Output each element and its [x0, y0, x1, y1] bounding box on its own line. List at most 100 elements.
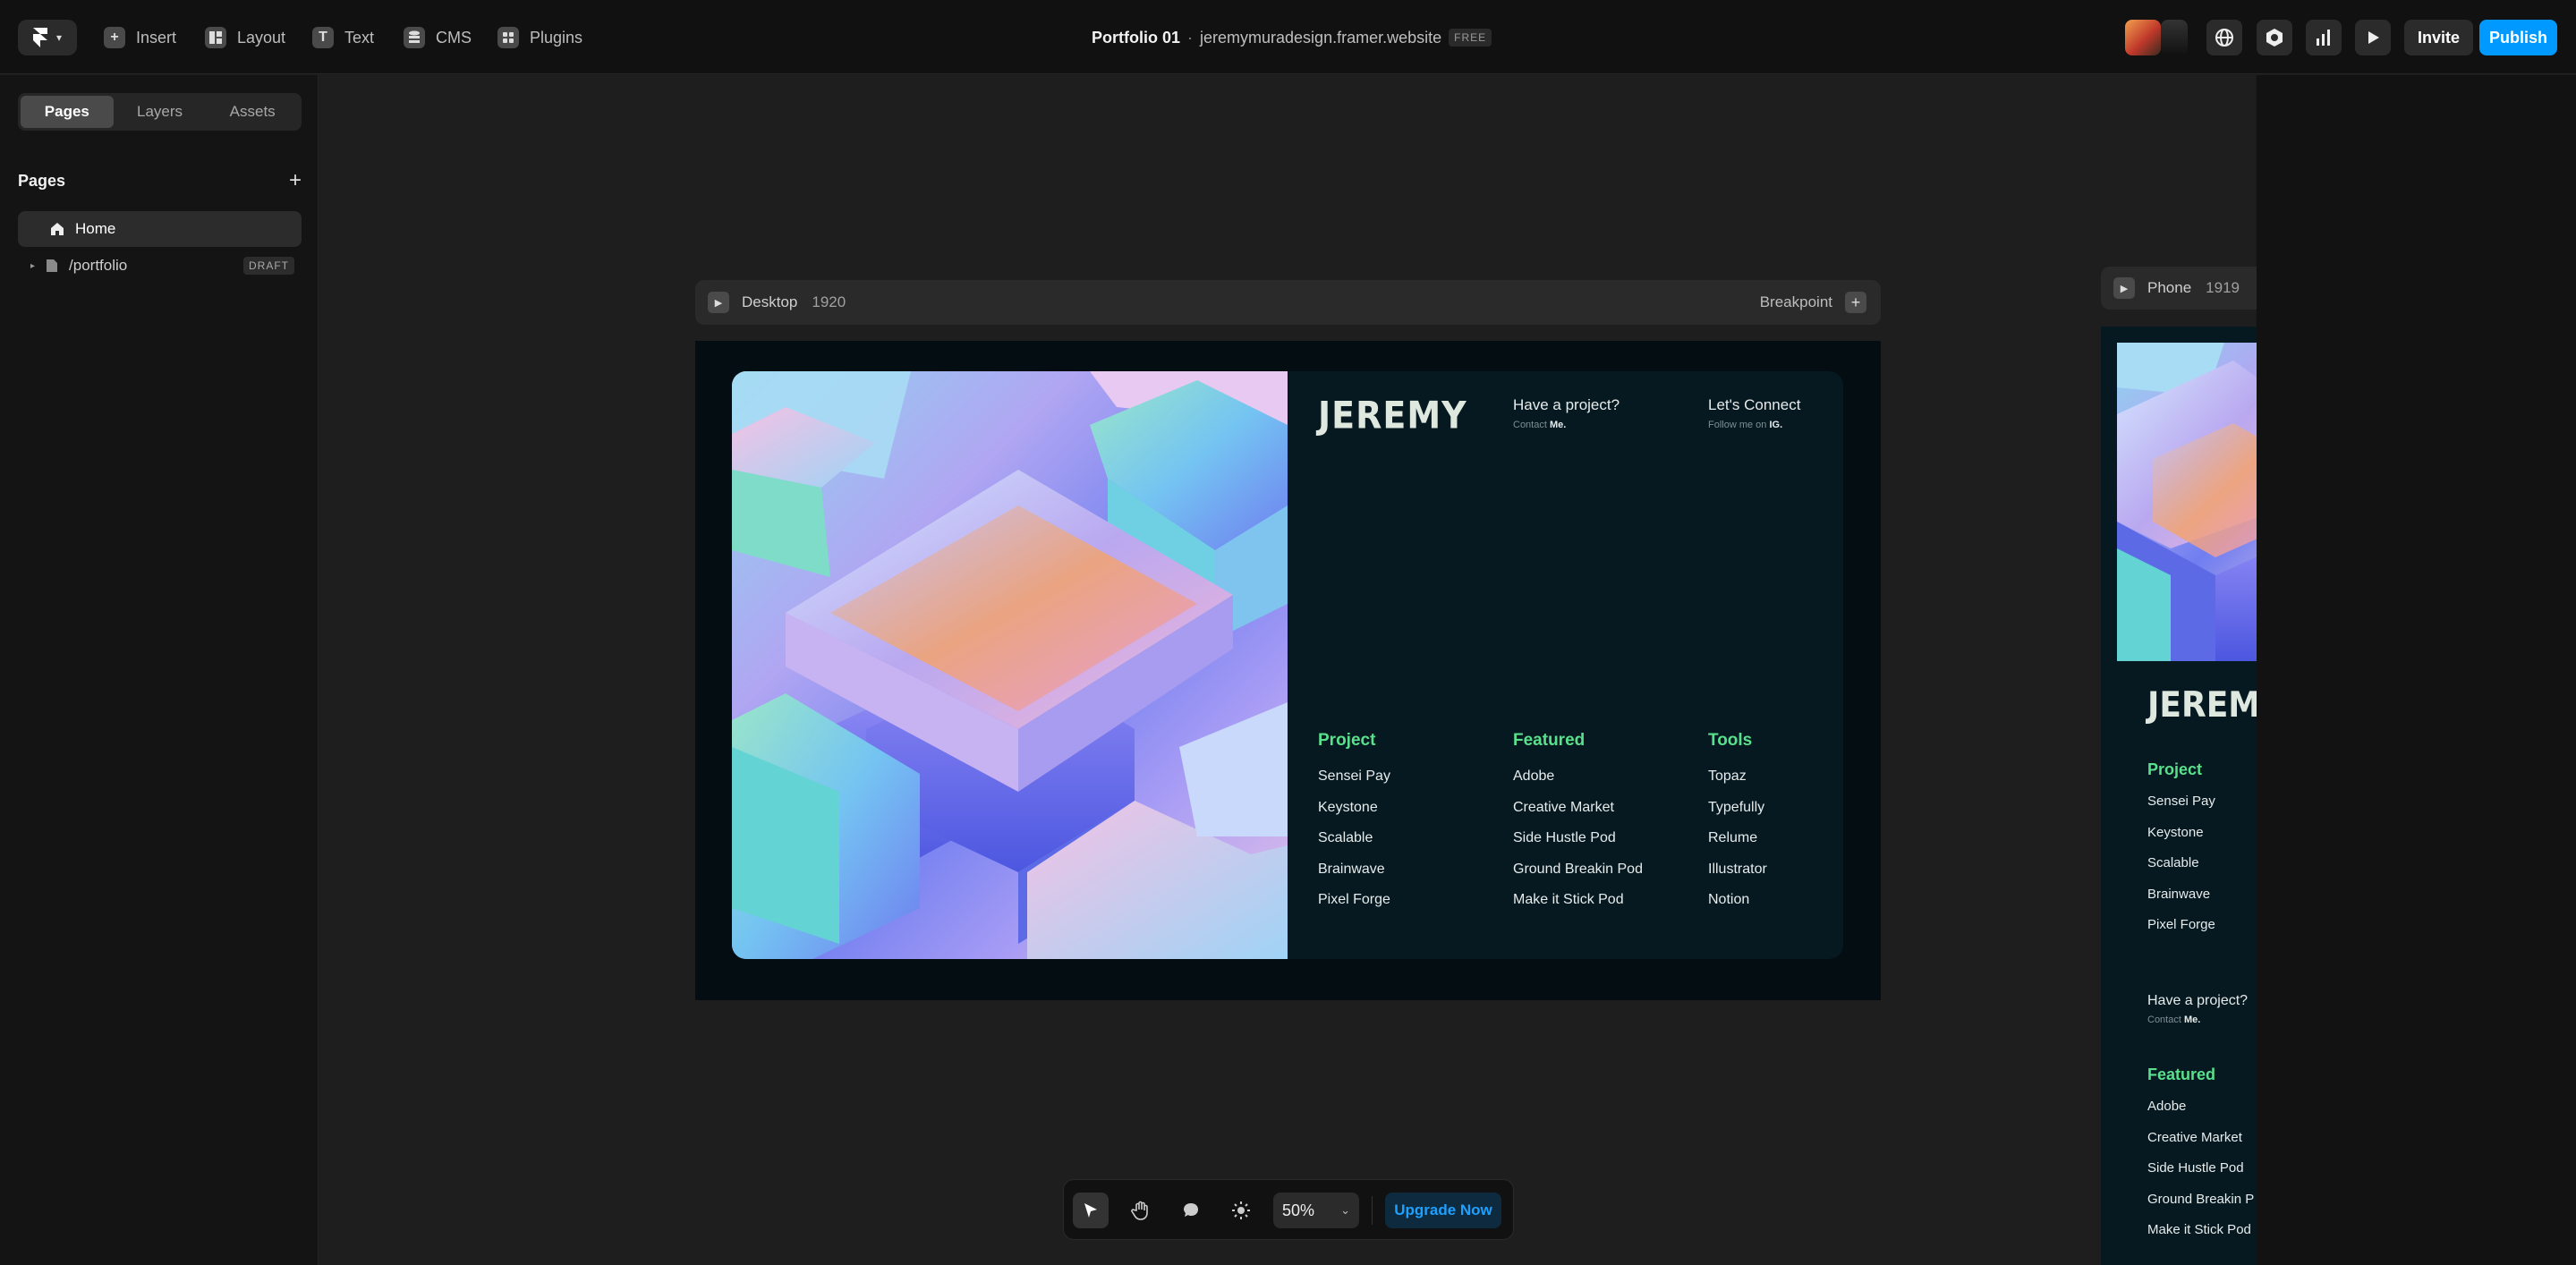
upgrade-button[interactable]: Upgrade Now	[1385, 1193, 1501, 1228]
analytics-button[interactable]	[2306, 20, 2342, 55]
avatar[interactable]	[2125, 20, 2161, 55]
layout-button[interactable]: Layout	[205, 20, 285, 55]
list-item[interactable]: Keystone	[1318, 800, 1390, 831]
contact-title: Have a project?	[2147, 993, 2249, 1008]
list-item[interactable]: Scalable	[2147, 855, 2215, 887]
list-item[interactable]: Ground Breakin P	[2147, 1192, 2254, 1223]
add-page-button[interactable]: +	[289, 168, 302, 193]
invite-button[interactable]: Invite	[2404, 20, 2473, 55]
hand-icon	[1131, 1201, 1148, 1220]
pointer-icon	[1084, 1203, 1097, 1218]
tools-column: Tools Topaz Typefully Relume Illustrator…	[1708, 731, 1767, 923]
list-item[interactable]: Keystone	[2147, 825, 2215, 856]
sidebar-tabs: Pages Layers Assets	[18, 93, 302, 131]
preview-button[interactable]	[2355, 20, 2391, 55]
play-icon[interactable]: ▶	[708, 292, 729, 313]
list-item[interactable]: Adobe	[2147, 1099, 2254, 1130]
add-breakpoint-button[interactable]: +	[1845, 292, 1866, 313]
list-item[interactable]: Side Hustle Pod	[1513, 830, 1643, 862]
list-item[interactable]: Make it Stick Pod	[2147, 1222, 2254, 1253]
tab-assets[interactable]: Assets	[206, 96, 299, 128]
list-item[interactable]: Relume	[1708, 830, 1767, 862]
tab-pages[interactable]: Pages	[21, 96, 114, 128]
play-icon	[2368, 31, 2379, 44]
list-item[interactable]: Scalable	[1318, 830, 1390, 862]
list-item[interactable]: Illustrator	[1708, 862, 1767, 893]
page-item-home[interactable]: Home	[18, 211, 302, 247]
play-icon[interactable]: ▶	[2113, 277, 2135, 299]
framer-menu-button[interactable]: ▾	[18, 20, 77, 55]
sun-icon	[1232, 1201, 1250, 1219]
tab-layers[interactable]: Layers	[114, 96, 207, 128]
bar-chart-icon	[2317, 30, 2330, 46]
text-button[interactable]: T Text	[312, 20, 374, 55]
publish-button[interactable]: Publish	[2479, 20, 2557, 55]
list-item[interactable]: Creative Market	[2147, 1130, 2254, 1161]
list-item[interactable]: Pixel Forge	[2147, 917, 2215, 948]
layout-label: Layout	[237, 28, 286, 47]
column-heading: Project	[2147, 760, 2203, 778]
draft-badge: DRAFT	[243, 257, 294, 275]
gear-icon	[2266, 29, 2283, 47]
desktop-frame[interactable]: JEREMY Have a project? Contact Me. Let's…	[695, 341, 1881, 1000]
list-item[interactable]: Sensei Pay	[2147, 794, 2215, 825]
column-heading: Project	[1318, 731, 1376, 750]
desktop-frame-header[interactable]: ▶ Desktop 1920 Breakpoint +	[695, 280, 1881, 325]
phone-frame[interactable]: JEREMY Project Sensei Pay Keystone Scala…	[2101, 327, 2257, 1265]
page-item-portfolio[interactable]: ▸ /portfolio DRAFT	[18, 248, 302, 284]
pages-header: Pages +	[18, 168, 302, 193]
settings-button[interactable]	[2257, 20, 2292, 55]
avatar[interactable]	[2161, 20, 2188, 55]
list-item[interactable]: Typefully	[1708, 800, 1767, 831]
framer-logo-icon	[32, 28, 47, 47]
frame-width: 1920	[812, 293, 846, 310]
project-column: Project Sensei Pay Keystone Scalable Bra…	[1318, 731, 1390, 923]
theme-toggle[interactable]	[1223, 1193, 1259, 1228]
page-item-label: Home	[75, 220, 116, 237]
glass-cubes-image	[2117, 343, 2257, 661]
list-item[interactable]: Make it Stick Pod	[1513, 892, 1643, 923]
list-item[interactable]: Sensei Pay	[1318, 768, 1390, 800]
toolbar-divider	[1372, 1196, 1373, 1225]
list-item[interactable]: Adobe	[1513, 768, 1643, 800]
brand-logo[interactable]: JEREMY	[2147, 685, 2257, 726]
glass-cubes-image	[732, 371, 1288, 959]
comment-tool[interactable]	[1173, 1193, 1209, 1228]
plugins-icon	[497, 27, 519, 48]
cms-button[interactable]: CMS	[404, 20, 472, 55]
connect-subtitle: Follow me on IG.	[1708, 420, 1783, 430]
brand-logo[interactable]: JEREMY	[1318, 394, 1467, 437]
list-item[interactable]: Topaz	[1708, 768, 1767, 800]
column-heading: Tools	[1708, 731, 1753, 750]
bottom-toolbar: 50% ⌄ Upgrade Now	[1063, 1179, 1514, 1240]
list-item[interactable]: Notion	[1708, 892, 1767, 923]
frame-width: 1919	[2206, 279, 2240, 296]
list-item[interactable]: Brainwave	[2147, 887, 2215, 918]
select-tool[interactable]	[1073, 1193, 1109, 1228]
zoom-select[interactable]: 50% ⌄	[1273, 1193, 1359, 1228]
site-url[interactable]: jeremymuradesign.framer.website	[1200, 29, 1441, 47]
connect-block[interactable]: Let's Connect Follow me on IG.	[1708, 396, 1800, 430]
contact-block[interactable]: Have a project? Contact Me.	[1513, 396, 1620, 430]
hero-content: JEREMY Have a project? Contact Me. Let's…	[1288, 371, 1843, 959]
contact-block[interactable]: Have a project? Contact Me.	[2147, 993, 2248, 1025]
frame-label: Phone	[2147, 279, 2192, 296]
hand-tool[interactable]	[1123, 1193, 1159, 1228]
globe-button[interactable]	[2206, 20, 2242, 55]
list-item[interactable]: Side Hustle Pod	[2147, 1160, 2254, 1192]
list-item[interactable]: Ground Breakin Pod	[1513, 862, 1643, 893]
insert-button[interactable]: + Insert	[104, 20, 176, 55]
chevron-down-icon: ⌄	[1340, 1203, 1350, 1217]
page-item-label: /portfolio	[69, 257, 128, 274]
list-item[interactable]: Pixel Forge	[1318, 892, 1390, 923]
phone-frame-header[interactable]: ▶ Phone 1919	[2101, 267, 2257, 310]
comment-icon	[1184, 1203, 1198, 1217]
project-title[interactable]: Portfolio 01 · jeremymuradesign.framer.w…	[1092, 25, 1492, 50]
plan-badge: FREE	[1449, 29, 1492, 47]
left-sidebar: Pages Layers Assets Pages + Home ▸ /port…	[0, 75, 319, 1265]
globe-icon	[2215, 29, 2233, 47]
plugins-button[interactable]: Plugins	[497, 20, 582, 55]
hero-artwork	[732, 371, 1288, 959]
list-item[interactable]: Creative Market	[1513, 800, 1643, 831]
list-item[interactable]: Brainwave	[1318, 862, 1390, 893]
